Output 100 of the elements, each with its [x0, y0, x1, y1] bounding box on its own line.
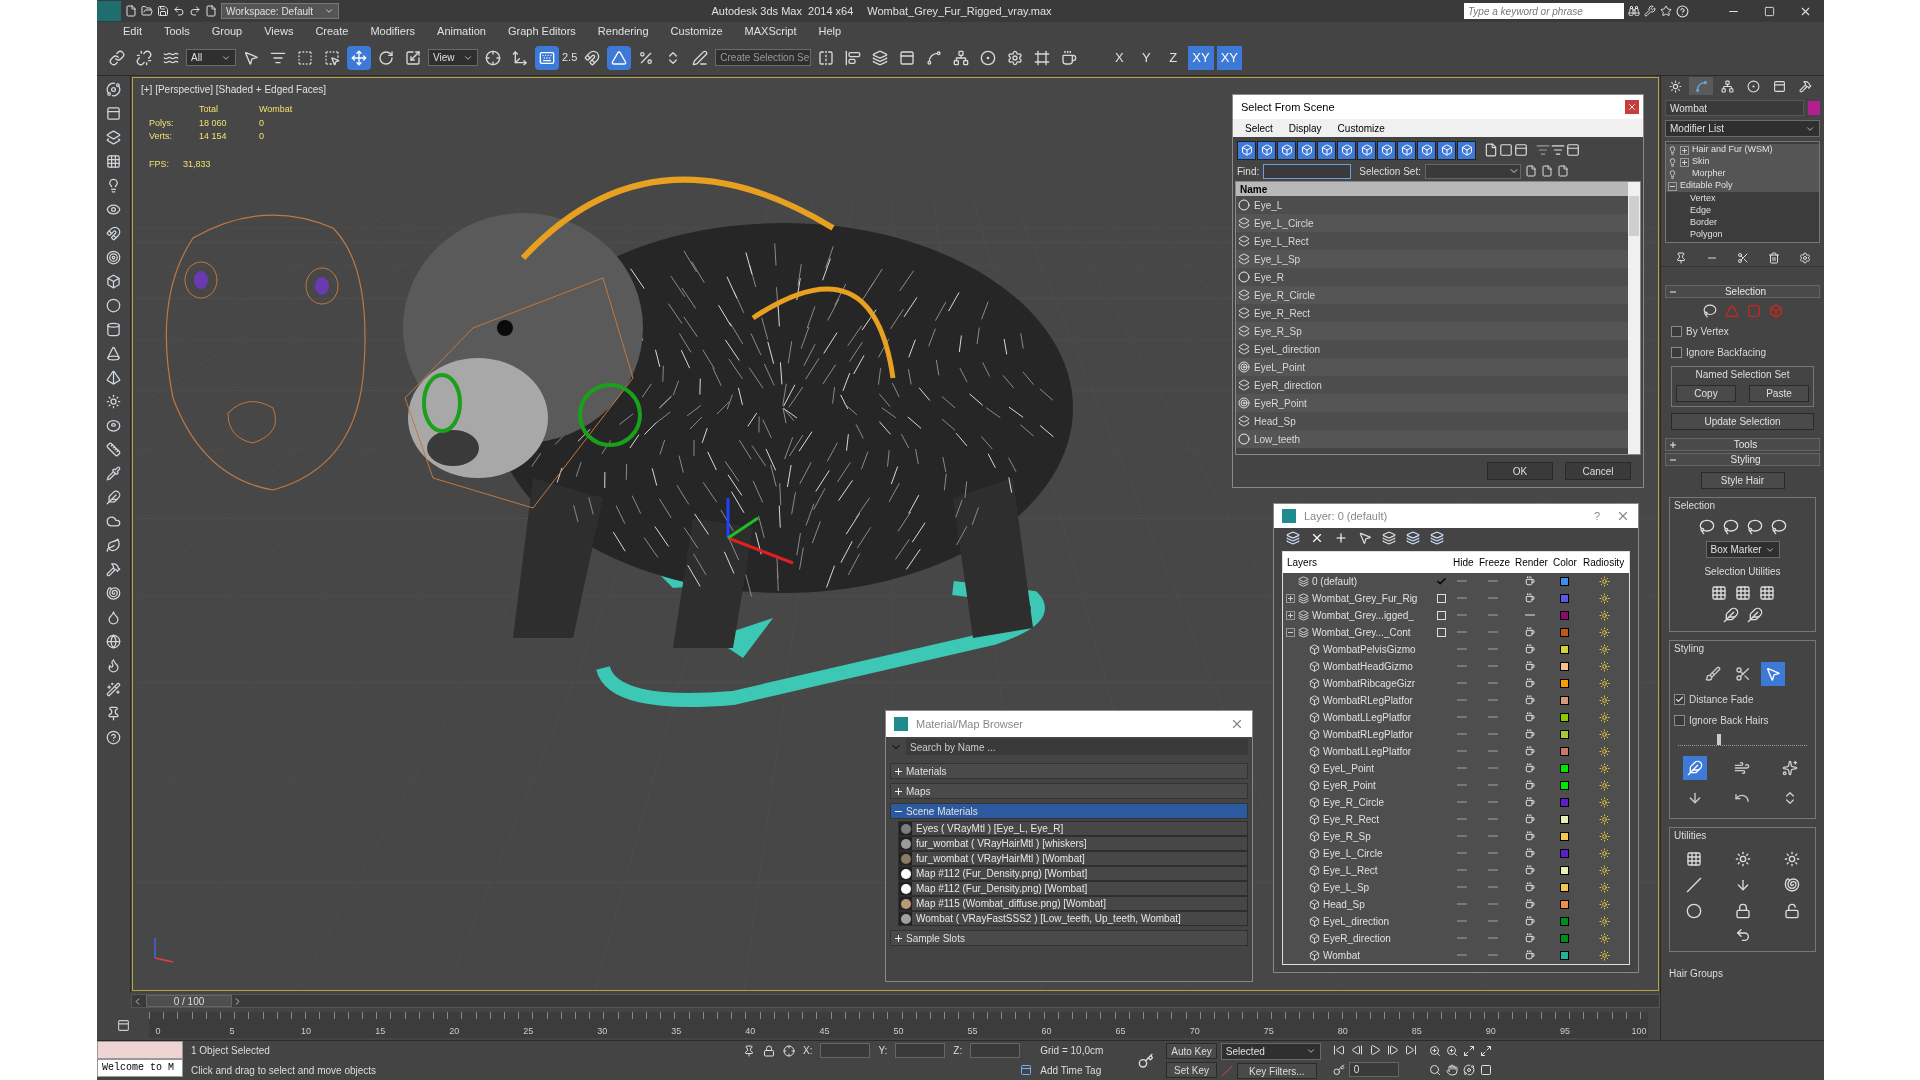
layer-row[interactable]: WombatRibcageGizr [1283, 674, 1629, 692]
material-row[interactable]: fur_wombat ( VRayHairMtl ) [whiskers] [898, 836, 1248, 851]
panel-button[interactable]: Copy [1676, 385, 1736, 402]
key-filters-button[interactable]: Key Filters... [1236, 1062, 1317, 1079]
name-column-header[interactable]: Name [1236, 182, 1628, 196]
selection-set-dropdown[interactable]: Create Selection Se [715, 49, 812, 66]
column-header[interactable]: Freeze [1475, 554, 1511, 570]
scene-object-row[interactable]: EyeL_Point [1236, 358, 1628, 376]
group-header[interactable]: Maps [890, 783, 1248, 799]
menu-item[interactable]: Tools [163, 22, 190, 40]
modifier-list-dropdown[interactable]: Modifier List [1665, 120, 1820, 137]
timeline-ruler[interactable]: 0 5 10 15 20 25 30 35 40 45 50 55 60 65 70 75 80 85 90 95 100 [149, 1012, 1648, 1038]
scene-object-row[interactable]: Eye_L_Sp [1236, 250, 1628, 268]
sub-object-item[interactable]: Polygon [1666, 228, 1819, 240]
layer-row[interactable]: Eye_L_Sp [1283, 878, 1629, 896]
search-field[interactable]: Search by Name ... [906, 739, 1248, 755]
material-row[interactable]: Map #112 (Fur_Density.png) [Wombat] [898, 881, 1248, 896]
set-key-button[interactable]: Set Key [1166, 1062, 1217, 1079]
scene-object-row[interactable]: Low_teeth [1236, 430, 1628, 448]
current-frame-field[interactable]: 0 [1348, 1062, 1399, 1077]
sub-object-item[interactable]: Border [1666, 216, 1819, 228]
object-name-field[interactable]: Wombat [1665, 100, 1804, 116]
axis-constraint-button[interactable]: Y [1134, 45, 1159, 70]
group-header[interactable]: Sample Slots [890, 930, 1248, 946]
rollout-header[interactable]: Tools [1665, 438, 1820, 451]
group-header[interactable]: Scene Materials [890, 803, 1248, 819]
menu-item[interactable]: Views [264, 22, 294, 40]
help-button[interactable]: ? [1593, 507, 1600, 525]
axis-constraint-button[interactable]: XY [1216, 45, 1242, 70]
modifier-stack-item[interactable]: Hair and Fur (WSM) [1666, 144, 1819, 156]
scene-object-row[interactable]: Eye_R_Sp [1236, 322, 1628, 340]
viewport-label[interactable]: [+] [Perspective] [Shaded + Edged Faces] [141, 82, 327, 97]
layer-row[interactable]: Eye_R_Sp [1283, 827, 1629, 845]
layer-row[interactable]: Wombat_Grey...igged_ [1283, 606, 1629, 624]
scene-object-row[interactable]: Head_Sp [1236, 412, 1628, 430]
layer-row[interactable]: Eye_L_Rect [1283, 861, 1629, 879]
menu-item[interactable]: Help [818, 22, 842, 40]
rollout-header[interactable]: Styling [1665, 453, 1820, 466]
scene-object-row[interactable]: Eye_L [1236, 196, 1628, 214]
layer-row[interactable]: EyeL_direction [1283, 912, 1629, 930]
menu-item[interactable]: Select [1245, 120, 1273, 136]
column-header[interactable]: Layers [1283, 554, 1433, 570]
layer-row[interactable]: Eye_R_Rect [1283, 810, 1629, 828]
panel-button[interactable]: Paste [1749, 385, 1809, 402]
menu-item[interactable]: Edit [123, 22, 142, 40]
material-row[interactable]: Map #112 (Fur_Density.png) [Wombat] [898, 866, 1248, 881]
scene-object-row[interactable]: Eye_L_Rect [1236, 232, 1628, 250]
sub-object-item[interactable]: Vertex [1666, 192, 1819, 204]
menu-item[interactable]: Group [211, 22, 243, 40]
modifier-stack-item[interactable]: Editable Poly [1666, 180, 1819, 192]
scene-object-row[interactable]: EyeR_direction [1236, 376, 1628, 394]
scene-object-row[interactable]: EyeR_Point [1236, 394, 1628, 412]
modifier-stack-item[interactable]: Skin [1666, 156, 1819, 168]
rollout-header[interactable]: Selection [1665, 285, 1820, 298]
material-row[interactable]: Wombat ( VRayFastSSS2 ) [Low_teeth, Up_teeth, Wombat] [898, 911, 1248, 926]
auto-key-button[interactable]: Auto Key [1166, 1042, 1217, 1059]
layer-row[interactable]: WombatLLegPlatfor [1283, 742, 1629, 760]
material-row[interactable]: fur_wombat ( VRayHairMtl ) [Wombat] [898, 851, 1248, 866]
layer-row[interactable]: Wombat_Grey_Fur_Rig [1283, 589, 1629, 607]
scene-object-row[interactable]: Eye_R [1236, 268, 1628, 286]
menu-item[interactable]: Customize [1337, 120, 1385, 136]
marker-dropdown[interactable]: Box Marker [1705, 541, 1780, 558]
column-header[interactable]: Hide [1449, 554, 1475, 570]
layer-row[interactable]: Wombat [1283, 946, 1629, 964]
layer-row[interactable]: EyeR_direction [1283, 929, 1629, 947]
panel-button[interactable]: Style Hair [1700, 472, 1785, 489]
add-time-tag-label[interactable]: Add Time Tag [1040, 1062, 1127, 1078]
menu-item[interactable]: Graph Editors [507, 22, 576, 40]
menu-item[interactable]: Animation [437, 22, 486, 40]
axis-constraint-button[interactable]: X [1107, 45, 1132, 70]
material-row[interactable]: Eyes ( VRayMtl ) [Eye_L, Eye_R] [898, 821, 1248, 836]
layer-row[interactable]: EyeR_Point [1283, 776, 1629, 794]
sub-object-item[interactable]: Edge [1666, 204, 1819, 216]
layer-row[interactable]: WombatRLegPlatfor [1283, 691, 1629, 709]
scene-object-row[interactable]: EyeL_direction [1236, 340, 1628, 358]
dialog-button[interactable]: OK [1487, 462, 1553, 480]
layer-row[interactable]: 0 (default) [1283, 572, 1629, 590]
menu-item[interactable]: Create [315, 22, 349, 40]
column-header[interactable]: Color [1549, 554, 1579, 570]
scene-object-row[interactable]: Eye_L_Circle [1236, 214, 1628, 232]
layer-row[interactable]: WombatLLegPlatfor [1283, 708, 1629, 726]
timeline-scrollbar[interactable]: 0 / 100 [131, 994, 1660, 1008]
scene-object-row[interactable]: Eye_R_Circle [1236, 286, 1628, 304]
axis-constraint-button[interactable]: Z [1161, 45, 1186, 70]
column-header[interactable]: Radiosity [1579, 554, 1629, 570]
layer-row[interactable]: WombatPelvisGizmo [1283, 640, 1629, 658]
workspace-dropdown[interactable]: Workspace: Default [221, 3, 339, 19]
material-row[interactable]: Map #115 (Wombat_diffuse.png) [Wombat] [898, 896, 1248, 911]
modifier-stack-item[interactable]: Morpher [1666, 168, 1819, 180]
maxscript-listener-field[interactable]: Welcome to M [97, 1059, 183, 1077]
panel-button[interactable]: Update Selection [1671, 413, 1814, 430]
menu-item[interactable]: Display [1288, 120, 1322, 136]
layer-row[interactable]: Eye_R_Circle [1283, 793, 1629, 811]
column-header[interactable]: Render [1511, 554, 1549, 570]
layer-row[interactable]: EyeL_Point [1283, 759, 1629, 777]
layer-row[interactable]: WombatRLegPlatfor [1283, 725, 1629, 743]
key-mode-dropdown[interactable]: Selected [1220, 1042, 1321, 1060]
menu-item[interactable]: Customize [670, 22, 723, 40]
group-header[interactable]: Materials [890, 763, 1248, 779]
layer-row[interactable]: Head_Sp [1283, 895, 1629, 913]
